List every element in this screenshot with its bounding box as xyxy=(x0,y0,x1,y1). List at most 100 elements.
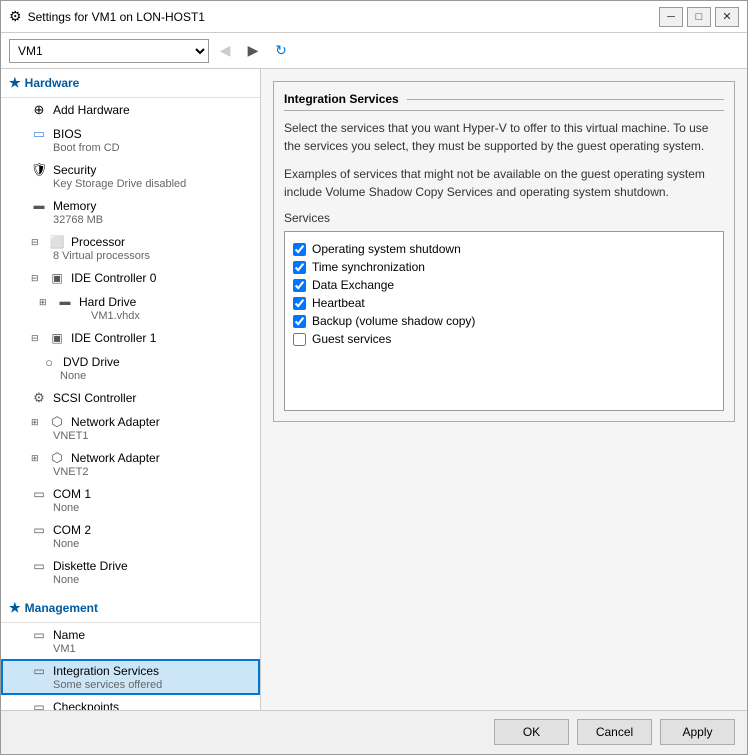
sidebar-item-ide1[interactable]: ⊟ ▣ IDE Controller 1 xyxy=(1,326,260,350)
net1-expand-icon: ⊞ xyxy=(31,417,43,428)
ide0-expand-icon: ⊟ xyxy=(31,273,43,284)
ide0-icon: ▣ xyxy=(49,270,65,286)
heartbeat-checkbox[interactable] xyxy=(293,297,306,310)
ide1-label: IDE Controller 1 xyxy=(71,331,156,345)
com1-icon: ▭ xyxy=(31,486,47,502)
processor-label: Processor xyxy=(71,235,125,249)
memory-icon: ▬ xyxy=(31,198,47,214)
memory-sublabel: 32768 MB xyxy=(53,214,250,226)
bios-label: BIOS xyxy=(53,127,82,141)
sidebar-item-com1[interactable]: ▭ COM 1 None xyxy=(1,482,260,518)
panel-section-title: Integration Services xyxy=(284,92,724,111)
scsi-label: SCSI Controller xyxy=(53,391,136,405)
title-bar: ⚙ Settings for VM1 on LON-HOST1 ─ □ ✕ xyxy=(1,1,747,33)
service-data-exchange: Data Exchange xyxy=(293,276,715,294)
processor-sublabel: 8 Virtual processors xyxy=(53,250,250,262)
com1-label: COM 1 xyxy=(53,487,91,501)
ok-button[interactable]: OK xyxy=(494,719,569,745)
hard-drive-sublabel: VM1.vhdx xyxy=(61,310,250,322)
title-bar-left: ⚙ Settings for VM1 on LON-HOST1 xyxy=(9,8,205,25)
management-section-header: ★ Management xyxy=(1,594,260,623)
bios-icon: ▭ xyxy=(31,126,47,142)
com2-sublabel: None xyxy=(53,538,250,550)
os-shutdown-checkbox[interactable] xyxy=(293,243,306,256)
services-label: Services xyxy=(284,211,724,225)
sidebar-item-memory[interactable]: ▬ Memory 32768 MB xyxy=(1,194,260,230)
hard-drive-label: Hard Drive xyxy=(79,295,136,309)
ide1-expand-icon: ⊟ xyxy=(31,333,43,344)
net2-label: Network Adapter xyxy=(71,451,160,465)
minimize-button[interactable]: ─ xyxy=(659,7,683,27)
integration-services-panel: Integration Services Select the services… xyxy=(273,81,735,422)
sidebar-item-ide0[interactable]: ⊟ ▣ IDE Controller 0 xyxy=(1,266,260,290)
sidebar-item-add-hardware[interactable]: ⊕ Add Hardware xyxy=(1,98,260,122)
sidebar-item-name[interactable]: ▭ Name VM1 xyxy=(1,623,260,659)
checkpoints-icon: ▭ xyxy=(31,699,47,710)
name-sublabel: VM1 xyxy=(53,643,250,655)
cancel-button[interactable]: Cancel xyxy=(577,719,652,745)
com1-sublabel: None xyxy=(53,502,250,514)
sidebar-item-bios[interactable]: ▭ BIOS Boot from CD xyxy=(1,122,260,158)
com2-label: COM 2 xyxy=(53,523,91,537)
sidebar-item-integration-services[interactable]: ▭ Integration Services Some services off… xyxy=(1,659,260,695)
guest-services-checkbox[interactable] xyxy=(293,333,306,346)
hard-drive-icon: ▬ xyxy=(57,294,73,310)
dvd-icon: ○ xyxy=(41,354,57,370)
time-sync-label[interactable]: Time synchronization xyxy=(312,260,425,274)
title-bar-controls: ─ □ ✕ xyxy=(659,7,739,27)
services-section: Services Operating system shutdown Time … xyxy=(284,211,724,411)
sidebar-item-diskette[interactable]: ▭ Diskette Drive None xyxy=(1,554,260,590)
integration-services-icon: ▭ xyxy=(31,663,47,679)
apply-button[interactable]: Apply xyxy=(660,719,735,745)
os-shutdown-label[interactable]: Operating system shutdown xyxy=(312,242,461,256)
net2-sublabel: VNET2 xyxy=(53,466,250,478)
scsi-icon: ⚙ xyxy=(31,390,47,406)
heartbeat-label[interactable]: Heartbeat xyxy=(312,296,365,310)
window-title: Settings for VM1 on LON-HOST1 xyxy=(28,10,205,24)
data-exchange-label[interactable]: Data Exchange xyxy=(312,278,394,292)
settings-window: ⚙ Settings for VM1 on LON-HOST1 ─ □ ✕ VM… xyxy=(0,0,748,755)
vm-selector[interactable]: VM1 xyxy=(9,39,209,63)
sidebar-item-security[interactable]: 🛡 Security Key Storage Drive disabled xyxy=(1,158,260,194)
security-label: Security xyxy=(53,163,96,177)
security-sublabel: Key Storage Drive disabled xyxy=(53,178,250,190)
hdd-expand-icon: ⊞ xyxy=(39,297,51,308)
add-hardware-label: Add Hardware xyxy=(53,103,130,117)
toolbar: VM1 ◀ ▶ ↻ xyxy=(1,33,747,69)
back-button[interactable]: ◀ xyxy=(213,39,237,63)
sidebar-item-scsi[interactable]: ⚙ SCSI Controller xyxy=(1,386,260,410)
ide0-label: IDE Controller 0 xyxy=(71,271,156,285)
diskette-label: Diskette Drive xyxy=(53,559,128,573)
integration-services-sublabel: Some services offered xyxy=(53,679,250,691)
name-icon: ▭ xyxy=(31,627,47,643)
window-icon: ⚙ xyxy=(9,8,22,25)
sidebar-item-net1[interactable]: ⊞ ⬡ Network Adapter VNET1 xyxy=(1,410,260,446)
sidebar-item-com2[interactable]: ▭ COM 2 None xyxy=(1,518,260,554)
data-exchange-checkbox[interactable] xyxy=(293,279,306,292)
backup-label[interactable]: Backup (volume shadow copy) xyxy=(312,314,475,328)
sidebar-item-hard-drive[interactable]: ⊞ ▬ Hard Drive VM1.vhdx xyxy=(1,290,260,326)
guest-services-label[interactable]: Guest services xyxy=(312,332,391,346)
sidebar-item-net2[interactable]: ⊞ ⬡ Network Adapter VNET2 xyxy=(1,446,260,482)
services-box: Operating system shutdown Time synchroni… xyxy=(284,231,724,411)
management-section-label: Management xyxy=(25,601,98,615)
processor-icon: ⬜ xyxy=(49,234,65,250)
right-panel: Integration Services Select the services… xyxy=(261,69,747,710)
close-button[interactable]: ✕ xyxy=(715,7,739,27)
backup-checkbox[interactable] xyxy=(293,315,306,328)
maximize-button[interactable]: □ xyxy=(687,7,711,27)
diskette-sublabel: None xyxy=(53,574,250,586)
com2-icon: ▭ xyxy=(31,522,47,538)
refresh-button[interactable]: ↻ xyxy=(269,39,293,63)
time-sync-checkbox[interactable] xyxy=(293,261,306,274)
sidebar-item-checkpoints[interactable]: ▭ Checkpoints Production xyxy=(1,695,260,710)
sidebar-item-processor[interactable]: ⊟ ⬜ Processor 8 Virtual processors xyxy=(1,230,260,266)
net1-sublabel: VNET1 xyxy=(53,430,250,442)
sidebar-item-dvd[interactable]: ○ DVD Drive None xyxy=(1,350,260,386)
net2-icon: ⬡ xyxy=(49,450,65,466)
forward-button[interactable]: ▶ xyxy=(241,39,265,63)
hardware-star-icon: ★ xyxy=(9,75,21,91)
dvd-sublabel: None xyxy=(60,370,250,382)
checkpoints-label: Checkpoints xyxy=(53,700,119,710)
sidebar: ★ Hardware ⊕ Add Hardware ▭ BIOS Boot fr… xyxy=(1,69,261,710)
